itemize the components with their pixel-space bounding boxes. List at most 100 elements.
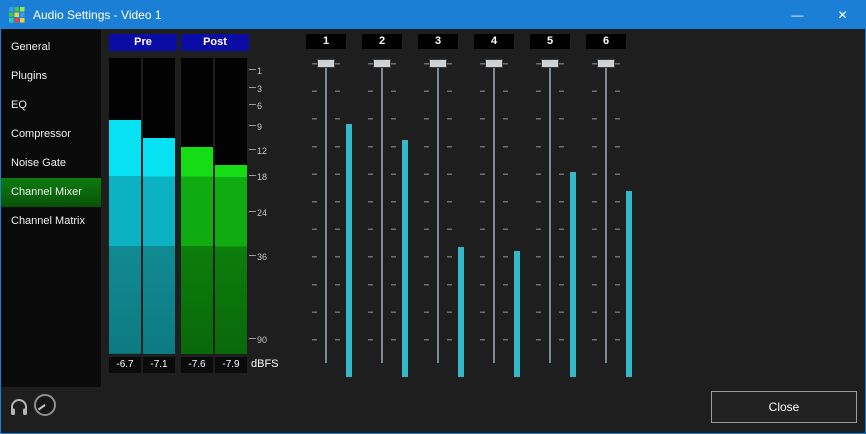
sidebar-item-general[interactable]: General	[1, 33, 101, 62]
channel-level-meter	[570, 61, 576, 377]
channel-strip-6: 6	[584, 33, 636, 381]
post-meter-value-left: -7.6	[181, 357, 213, 373]
channel-level-fill	[402, 140, 408, 377]
sidebar-item-compressor[interactable]: Compressor	[1, 120, 101, 149]
scale-label: 1	[257, 67, 262, 76]
sidebar-item-channel-mixer[interactable]: Channel Mixer	[1, 178, 101, 207]
slider-handle[interactable]	[485, 59, 503, 68]
scale-tick	[249, 175, 256, 176]
scale-mark: 12	[249, 147, 267, 156]
channel-number: 3	[418, 34, 458, 49]
slider-handle[interactable]	[317, 59, 335, 68]
channel-level-meter	[514, 61, 520, 377]
post-meter-right	[215, 58, 247, 354]
channel-number: 4	[474, 34, 514, 49]
channel-volume-slider[interactable]	[480, 59, 508, 363]
scale-mark: 9	[249, 123, 262, 132]
scale-mark: 1	[249, 67, 262, 76]
channel-number: 2	[362, 34, 402, 49]
pre-meter-right-fill	[143, 138, 175, 354]
minimize-button[interactable]: —	[775, 1, 820, 29]
scale-tick	[249, 125, 256, 126]
slider-ticks	[424, 63, 429, 363]
meter-scale: 1 3 6 9 12 18 24 36 90	[249, 58, 281, 354]
channel-volume-slider[interactable]	[312, 59, 340, 363]
scale-mark: 90	[249, 336, 267, 345]
channel-level-fill	[626, 191, 632, 377]
sidebar-item-channel-matrix[interactable]: Channel Matrix	[1, 207, 101, 236]
post-meter-label: Post	[181, 34, 249, 51]
close-window-button[interactable]: ✕	[820, 1, 865, 29]
titlebar: Audio Settings - Video 1 — ✕	[1, 1, 865, 29]
slider-ticks	[536, 63, 541, 363]
master-volume-knob[interactable]	[33, 393, 57, 417]
post-meter-right-fill	[215, 165, 247, 354]
scale-tick	[249, 69, 256, 70]
audio-settings-window: Audio Settings - Video 1 — ✕ General Plu…	[0, 0, 866, 434]
slider-ticks	[447, 63, 452, 363]
scale-label: 18	[257, 173, 267, 182]
slider-handle[interactable]	[541, 59, 559, 68]
channel-strip-1: 1	[304, 33, 356, 381]
scale-label: 90	[257, 336, 267, 345]
app-icon[interactable]	[9, 7, 25, 23]
slider-ticks	[312, 63, 317, 363]
channel-strip-5: 5	[528, 33, 580, 381]
pre-meter-label: Pre	[109, 34, 177, 51]
scale-label: 6	[257, 102, 262, 111]
pre-meter-left-fill	[109, 120, 141, 354]
window-title: Audio Settings - Video 1	[33, 8, 775, 22]
pre-meter-value-left: -6.7	[109, 357, 141, 373]
channel-level-fill	[346, 124, 352, 377]
slider-handle[interactable]	[429, 59, 447, 68]
channel-strip-2: 2	[360, 33, 412, 381]
pre-meter-value-right: -7.1	[143, 357, 175, 373]
slider-track[interactable]	[381, 62, 383, 363]
slider-ticks	[503, 63, 508, 363]
scale-mark: 6	[249, 102, 262, 111]
channel-volume-slider[interactable]	[536, 59, 564, 363]
slider-track[interactable]	[325, 62, 327, 363]
dbfs-unit-label: dBFS	[251, 358, 279, 370]
channel-level-fill	[514, 251, 520, 377]
scale-label: 3	[257, 85, 262, 94]
channel-volume-slider[interactable]	[592, 59, 620, 363]
channel-volume-slider[interactable]	[424, 59, 452, 363]
channel-volume-slider[interactable]	[368, 59, 396, 363]
scale-mark: 24	[249, 209, 267, 218]
scale-mark: 18	[249, 173, 267, 182]
scale-tick	[249, 338, 256, 339]
channel-number: 6	[586, 34, 626, 49]
slider-track[interactable]	[549, 62, 551, 363]
scale-tick	[249, 255, 256, 256]
slider-track[interactable]	[493, 62, 495, 363]
close-button[interactable]: Close	[711, 391, 857, 423]
scale-tick	[249, 104, 256, 105]
slider-ticks	[615, 63, 620, 363]
slider-track[interactable]	[605, 62, 607, 363]
post-meter-left	[181, 58, 213, 354]
scale-label: 9	[257, 123, 262, 132]
channel-level-meter	[346, 61, 352, 377]
channel-level-meter	[458, 61, 464, 377]
sidebar-item-eq[interactable]: EQ	[1, 91, 101, 120]
sidebar-item-plugins[interactable]: Plugins	[1, 62, 101, 91]
slider-ticks	[368, 63, 373, 363]
channel-level-meter	[402, 61, 408, 377]
scale-tick	[249, 149, 256, 150]
settings-sidebar: General Plugins EQ Compressor Noise Gate…	[1, 29, 101, 387]
post-meter-value-right: -7.9	[215, 357, 247, 373]
channel-number: 1	[306, 34, 346, 49]
channel-strip-4: 4	[472, 33, 524, 381]
slider-track[interactable]	[437, 62, 439, 363]
channel-level-fill	[458, 247, 464, 377]
pre-meter-left	[109, 58, 141, 354]
channel-level-fill	[570, 172, 576, 377]
slider-handle[interactable]	[373, 59, 391, 68]
slider-ticks	[559, 63, 564, 363]
slider-handle[interactable]	[597, 59, 615, 68]
slider-ticks	[592, 63, 597, 363]
channel-level-meter	[626, 61, 632, 377]
headphones-icon[interactable]	[9, 397, 29, 417]
sidebar-item-noise-gate[interactable]: Noise Gate	[1, 149, 101, 178]
